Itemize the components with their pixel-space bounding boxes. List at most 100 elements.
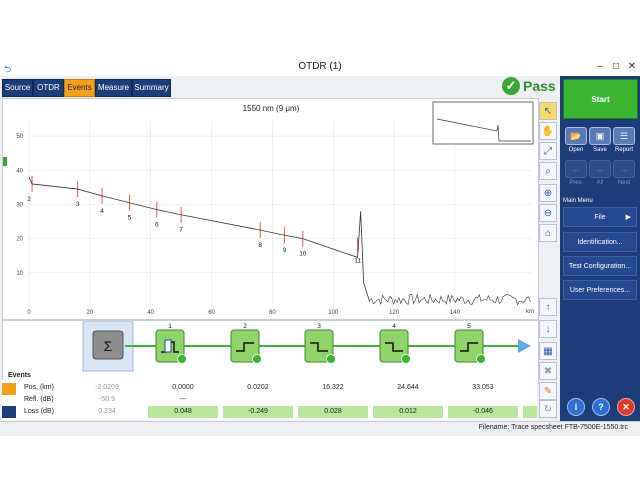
- title-bar: ⮌ OTDR (1) – □ ✕: [0, 59, 640, 77]
- check-badge-icon: [177, 354, 187, 364]
- check-badge-icon: [326, 354, 336, 364]
- pass-label: Pass: [523, 78, 556, 94]
- event-box-number: 1: [168, 323, 172, 330]
- close-button[interactable]: ✕: [624, 60, 640, 74]
- delete-icon[interactable]: ✖: [539, 362, 557, 380]
- x-unit: km: [526, 309, 534, 315]
- event-box[interactable]: 4: [379, 323, 411, 364]
- zoom-out-icon[interactable]: ⊖: [539, 204, 557, 222]
- event-number-label: 9: [283, 247, 287, 254]
- all-icon[interactable]: ↔: [589, 160, 611, 178]
- maximize-button[interactable]: □: [608, 60, 624, 74]
- next-label: Next: [617, 180, 631, 186]
- nonreflective-event-icon: [2, 406, 16, 418]
- report-icon[interactable]: ☰: [613, 127, 635, 145]
- move-up-icon[interactable]: ↑: [539, 298, 557, 316]
- prev-label: Prev.: [569, 180, 583, 186]
- table-view-icon[interactable]: ▦: [539, 342, 557, 360]
- event-number-label: 5: [128, 215, 132, 222]
- x-tick-label: 20: [87, 310, 94, 316]
- event-number-label: 2: [27, 196, 31, 203]
- check-badge-icon: [476, 354, 486, 364]
- event-number-label: 3: [76, 201, 80, 208]
- zoom-fit-icon[interactable]: ⌕: [539, 162, 557, 180]
- y-tick-label: 40: [16, 168, 23, 174]
- check-badge-icon: [401, 354, 411, 364]
- all-label: All: [596, 180, 604, 186]
- event-number-label: 8: [258, 242, 262, 249]
- tab-events[interactable]: Events: [64, 79, 95, 97]
- tab-otdr[interactable]: OTDR: [33, 79, 64, 97]
- full-view-icon[interactable]: ⌂: [539, 224, 557, 242]
- y-tick-label: 30: [16, 202, 23, 208]
- move-down-icon[interactable]: ↓: [539, 320, 557, 338]
- main-menu-label: Main Menu: [563, 198, 593, 204]
- events-table: Events Pos. (km) -2.0209 0.0000 0.0202 1…: [2, 372, 537, 420]
- zoom-in-icon[interactable]: ⊕: [539, 184, 557, 202]
- table-row: Refl. (dB) -50.9 ---: [24, 396, 187, 403]
- event-number-label: 4: [100, 208, 104, 215]
- minimize-button[interactable]: –: [592, 60, 608, 74]
- exit-icon[interactable]: ✕: [617, 398, 635, 416]
- launch-marker: [3, 157, 7, 166]
- sum-icon: Σ: [104, 338, 113, 354]
- event-box[interactable]: 3: [304, 323, 336, 364]
- cursor-tool-icon[interactable]: ↖: [539, 102, 557, 120]
- event-number-label: 6: [155, 222, 159, 229]
- graph-tools: ↖ ✋ ⤢ ⌕ ⊕ ⊖ ⌂ ↑ ↓ ▦ ✖ ✎ ↻: [538, 98, 558, 420]
- events-section-label: Events: [8, 372, 31, 379]
- event-number-label: 7: [179, 227, 183, 234]
- x-tick-label: 120: [389, 310, 400, 316]
- help-icon[interactable]: ?: [592, 398, 610, 416]
- event-number-label: 11: [354, 257, 361, 264]
- tab-measure[interactable]: Measure: [95, 79, 132, 97]
- graph-title: 1550 nm (9 μm): [243, 104, 300, 113]
- tab-source[interactable]: Source: [2, 79, 33, 97]
- floppy-icon[interactable]: ▣: [589, 127, 611, 145]
- tab-summary[interactable]: Summary: [132, 79, 171, 97]
- zoom-window-icon[interactable]: ⤢: [539, 142, 557, 160]
- menu-item-identification[interactable]: Identification...: [563, 232, 637, 252]
- window-title: OTDR (1): [298, 61, 342, 72]
- otdr-graph[interactable]: 50 40 30 20 10 0 20 40 60 80 100 120 140 2 3 4 5 6 7 8 9 10…: [2, 98, 539, 320]
- next-icon[interactable]: →: [613, 160, 635, 178]
- event-number-label: 10: [299, 251, 307, 258]
- event-box-number: 5: [467, 323, 471, 330]
- table-row: Loss (dB) 0.234 0.048 -0.249 0.028 0.012…: [2, 406, 537, 418]
- pan-hand-icon[interactable]: ✋: [539, 122, 557, 140]
- event-box[interactable]: 2: [230, 323, 262, 364]
- save-label: Save: [593, 147, 607, 153]
- edit-pencil-icon[interactable]: ✎: [539, 382, 557, 400]
- filename-label: Filename: Trace specsheet FTB-7500E-1550…: [478, 424, 628, 431]
- menu-item-test-configuration[interactable]: Test Configuration...: [563, 256, 637, 276]
- check-badge-icon: [252, 354, 262, 364]
- menu-item-user-preferences[interactable]: User Preferences...: [563, 280, 637, 300]
- menu-item-file[interactable]: File ▶: [563, 207, 637, 227]
- x-tick-label: 0: [27, 310, 31, 316]
- launch-connector-icon: [164, 339, 172, 353]
- trace-line: [28, 176, 371, 302]
- fiber-end-arrow: [518, 339, 531, 353]
- event-box-number: 4: [392, 323, 396, 330]
- refresh-icon[interactable]: ↻: [539, 400, 557, 418]
- chevron-right-icon: ▶: [625, 214, 631, 221]
- start-button[interactable]: Start: [563, 79, 638, 119]
- status-bar: Filename: Trace specsheet FTB-7500E-1550…: [0, 421, 640, 436]
- open-label: Open: [568, 147, 584, 153]
- check-icon: ✓: [502, 77, 520, 95]
- x-tick-label: 100: [328, 310, 339, 316]
- y-tick-label: 10: [16, 271, 23, 277]
- overview-inset[interactable]: [432, 101, 534, 145]
- event-box-number: 3: [317, 323, 321, 330]
- y-tick-label: 50: [16, 134, 23, 140]
- folder-icon[interactable]: 📂: [565, 127, 587, 145]
- event-box[interactable]: 5: [454, 323, 486, 364]
- x-tick-label: 60: [208, 310, 215, 316]
- pass-status: ✓ Pass: [502, 76, 560, 98]
- report-label: Report: [614, 147, 633, 153]
- otdr-trace-chart: 50 40 30 20 10 0 20 40 60 80 100 120 140 2 3 4 5 6 7 8 9 10…: [3, 101, 534, 316]
- info-icon[interactable]: i: [567, 398, 585, 416]
- y-tick-label: 20: [16, 237, 23, 243]
- prev-icon[interactable]: ←: [565, 160, 587, 178]
- table-row: Pos. (km) -2.0209 0.0000 0.0202 16.322 2…: [2, 382, 537, 395]
